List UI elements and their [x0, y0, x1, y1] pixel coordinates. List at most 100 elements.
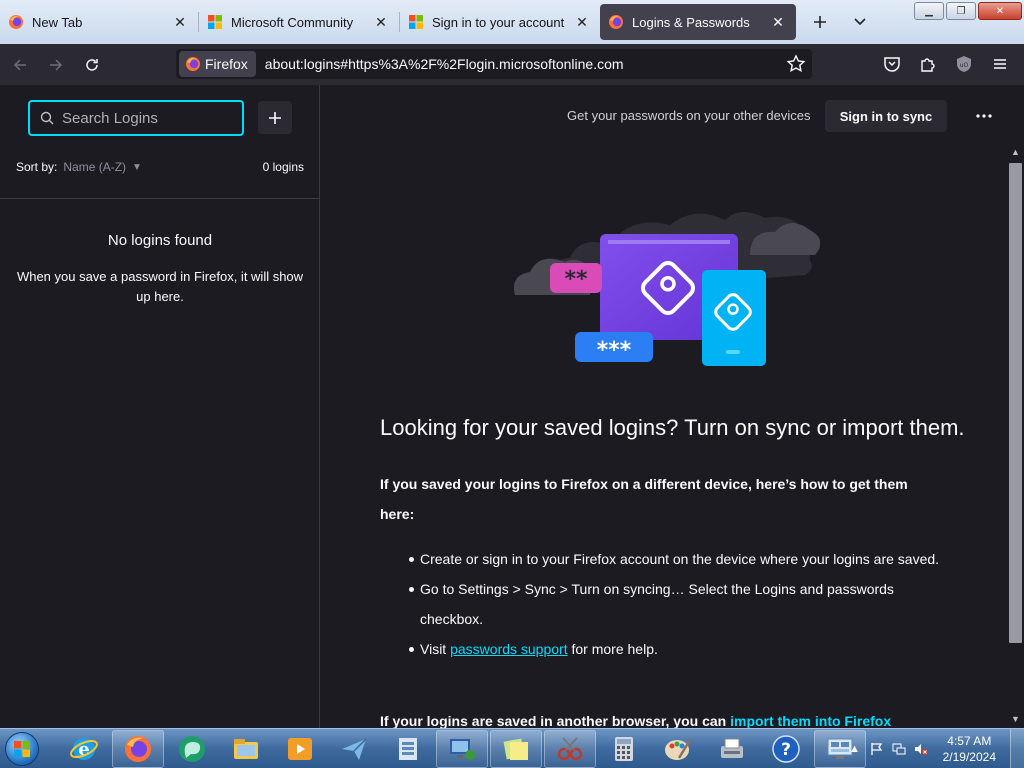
scroll-up-arrow-icon[interactable]: ▲ [1007, 147, 1024, 161]
tab-microsoft-community[interactable]: Microsoft Community ✕ [199, 2, 399, 42]
sync-prompt: Get your passwords on your other devices [567, 108, 811, 123]
taskbar-clock[interactable]: 4:57 AM 2/19/2024 [943, 733, 996, 765]
help-icon: ? [772, 734, 800, 763]
sync-instructions-lead: If you saved your logins to Firefox on a… [380, 476, 908, 522]
microsoft-icon [208, 15, 222, 29]
send-icon [342, 737, 367, 760]
puzzle-icon [921, 58, 935, 72]
close-tab-icon[interactable]: ✕ [369, 10, 393, 34]
search-icon [40, 111, 54, 125]
pocket-button[interactable] [876, 48, 908, 80]
tab-title: Microsoft Community [231, 14, 354, 30]
step3-suffix: for more help. [567, 641, 658, 657]
tab-logins-passwords[interactable]: Logins & Passwords ✕ [600, 4, 796, 40]
search-logins-input[interactable] [62, 109, 222, 127]
volume-muted-icon[interactable] [913, 741, 929, 757]
chat-icon [179, 735, 205, 762]
reload-button[interactable] [76, 49, 108, 81]
list-all-tabs-button[interactable] [844, 6, 876, 38]
taskbar-media-player[interactable] [274, 730, 326, 768]
calculator-icon [615, 736, 633, 761]
svg-text:***: *** [597, 338, 632, 363]
import-into-firefox-link[interactable]: import them into Firefox [730, 713, 891, 728]
chevron-down-icon [854, 18, 866, 26]
hamburger-menu-icon [994, 59, 1006, 69]
create-login-button[interactable] [258, 101, 292, 134]
sort-select[interactable]: Name (A-Z) [63, 160, 126, 174]
reload-icon [86, 58, 98, 71]
bookmark-star-icon[interactable] [786, 54, 806, 74]
taskbar-sticky-notes[interactable] [490, 729, 542, 768]
taskbar-paint[interactable] [652, 730, 704, 768]
close-tab-icon[interactable]: ✕ [570, 10, 594, 34]
close-tab-icon[interactable]: ✕ [168, 10, 192, 34]
sort-row: Sort by: Name (A-Z) ▼ 0 logins [16, 160, 304, 174]
ublock-button[interactable]: uO [948, 48, 980, 80]
taskbar-internet-explorer[interactable]: e [58, 730, 110, 768]
show-desktop-button[interactable] [1010, 729, 1024, 768]
new-tab-button[interactable] [804, 6, 836, 38]
identity-box[interactable]: Firefox [179, 51, 256, 77]
scroll-down-arrow-icon[interactable]: ▼ [1007, 714, 1024, 728]
url-bar[interactable]: Firefox about:logins#https%3A%2F%2Flogin… [176, 49, 812, 79]
pocket-icon [884, 57, 900, 72]
close-tab-icon[interactable]: ✕ [766, 10, 790, 34]
empty-state-title: No logins found [107, 232, 213, 249]
logins-sidebar: Sort by: Name (A-Z) ▼ 0 logins No logins… [0, 85, 320, 728]
tab-title: Sign in to your account [432, 14, 565, 30]
passwords-support-link[interactable]: passwords support [450, 641, 568, 657]
tab-sign-in[interactable]: Sign in to your account ✕ [400, 2, 600, 42]
navigation-toolbar: Firefox about:logins#https%3A%2F%2Flogin… [0, 44, 1024, 85]
windows-taskbar: e ? ▲ 4:57 AM 2/19/2024 [0, 728, 1024, 768]
taskbar-archive[interactable] [382, 730, 434, 768]
list-item: Go to Settings > Sync > Turn on syncing…… [380, 574, 940, 634]
window-close-button[interactable]: ✕ [978, 2, 1022, 20]
passwords-illustration: ** *** [514, 211, 820, 366]
tab-strip: New Tab ✕ Microsoft Community ✕ Sign in … [0, 0, 1024, 44]
system-tray: ▲ 4:57 AM 2/19/2024 [847, 729, 996, 768]
sign-in-to-sync-button[interactable]: Sign in to sync [825, 100, 947, 132]
action-center-flag-icon[interactable] [869, 741, 885, 757]
taskbar-remote-desktop[interactable] [436, 729, 488, 768]
restore-button[interactable]: ❐ [946, 2, 976, 20]
sticky-notes-icon [503, 738, 528, 760]
start-button[interactable] [0, 729, 44, 768]
import-prefix: If your logins are saved in another brow… [380, 713, 731, 728]
more-options-button[interactable] [968, 100, 1000, 132]
taskbar-fax-scan[interactable] [706, 730, 758, 768]
main-scrollbar[interactable]: ▲ ▼ [1007, 147, 1024, 728]
fax-scan-icon [721, 738, 743, 758]
tab-title: New Tab [32, 14, 83, 30]
sync-steps-list: Create or sign in to your Firefox accoun… [380, 544, 940, 664]
taskbar-snipping-tool[interactable] [544, 729, 596, 768]
back-button[interactable] [4, 49, 36, 81]
taskbar-file-explorer[interactable] [220, 730, 272, 768]
arrow-right-icon [50, 58, 63, 71]
logins-main: Get your passwords on your other devices… [320, 85, 1024, 728]
plus-icon [269, 111, 281, 124]
ellipsis-icon [976, 114, 992, 118]
firefox-icon [9, 15, 23, 29]
taskbar-calculator[interactable] [598, 730, 650, 768]
clock-time: 4:57 AM [947, 734, 992, 748]
chevron-down-icon[interactable]: ▼ [132, 162, 142, 173]
import-instructions-lead: If your logins are saved in another brow… [380, 713, 1000, 728]
windows-logo-icon [5, 731, 39, 766]
tray-expand-chevron-icon[interactable]: ▲ [847, 741, 863, 757]
microsoft-icon [409, 15, 423, 29]
minimize-button[interactable]: ▁ [914, 2, 944, 20]
taskbar-firefox[interactable] [112, 729, 164, 768]
tab-new-tab[interactable]: New Tab ✕ [0, 2, 198, 42]
network-status-icon[interactable] [891, 741, 907, 757]
taskbar-send[interactable] [328, 730, 380, 768]
taskbar-help[interactable]: ? [760, 730, 812, 768]
app-menu-button[interactable] [984, 48, 1016, 80]
svg-text:?: ? [781, 740, 791, 760]
extensions-button[interactable] [912, 48, 944, 80]
search-logins-box[interactable] [28, 100, 244, 136]
plus-icon [814, 16, 826, 28]
taskbar-chat[interactable] [166, 730, 218, 768]
url-text[interactable]: about:logins#https%3A%2F%2Flogin.microso… [265, 56, 624, 72]
scrollbar-thumb[interactable] [1009, 163, 1022, 643]
forward-button[interactable] [40, 49, 72, 81]
